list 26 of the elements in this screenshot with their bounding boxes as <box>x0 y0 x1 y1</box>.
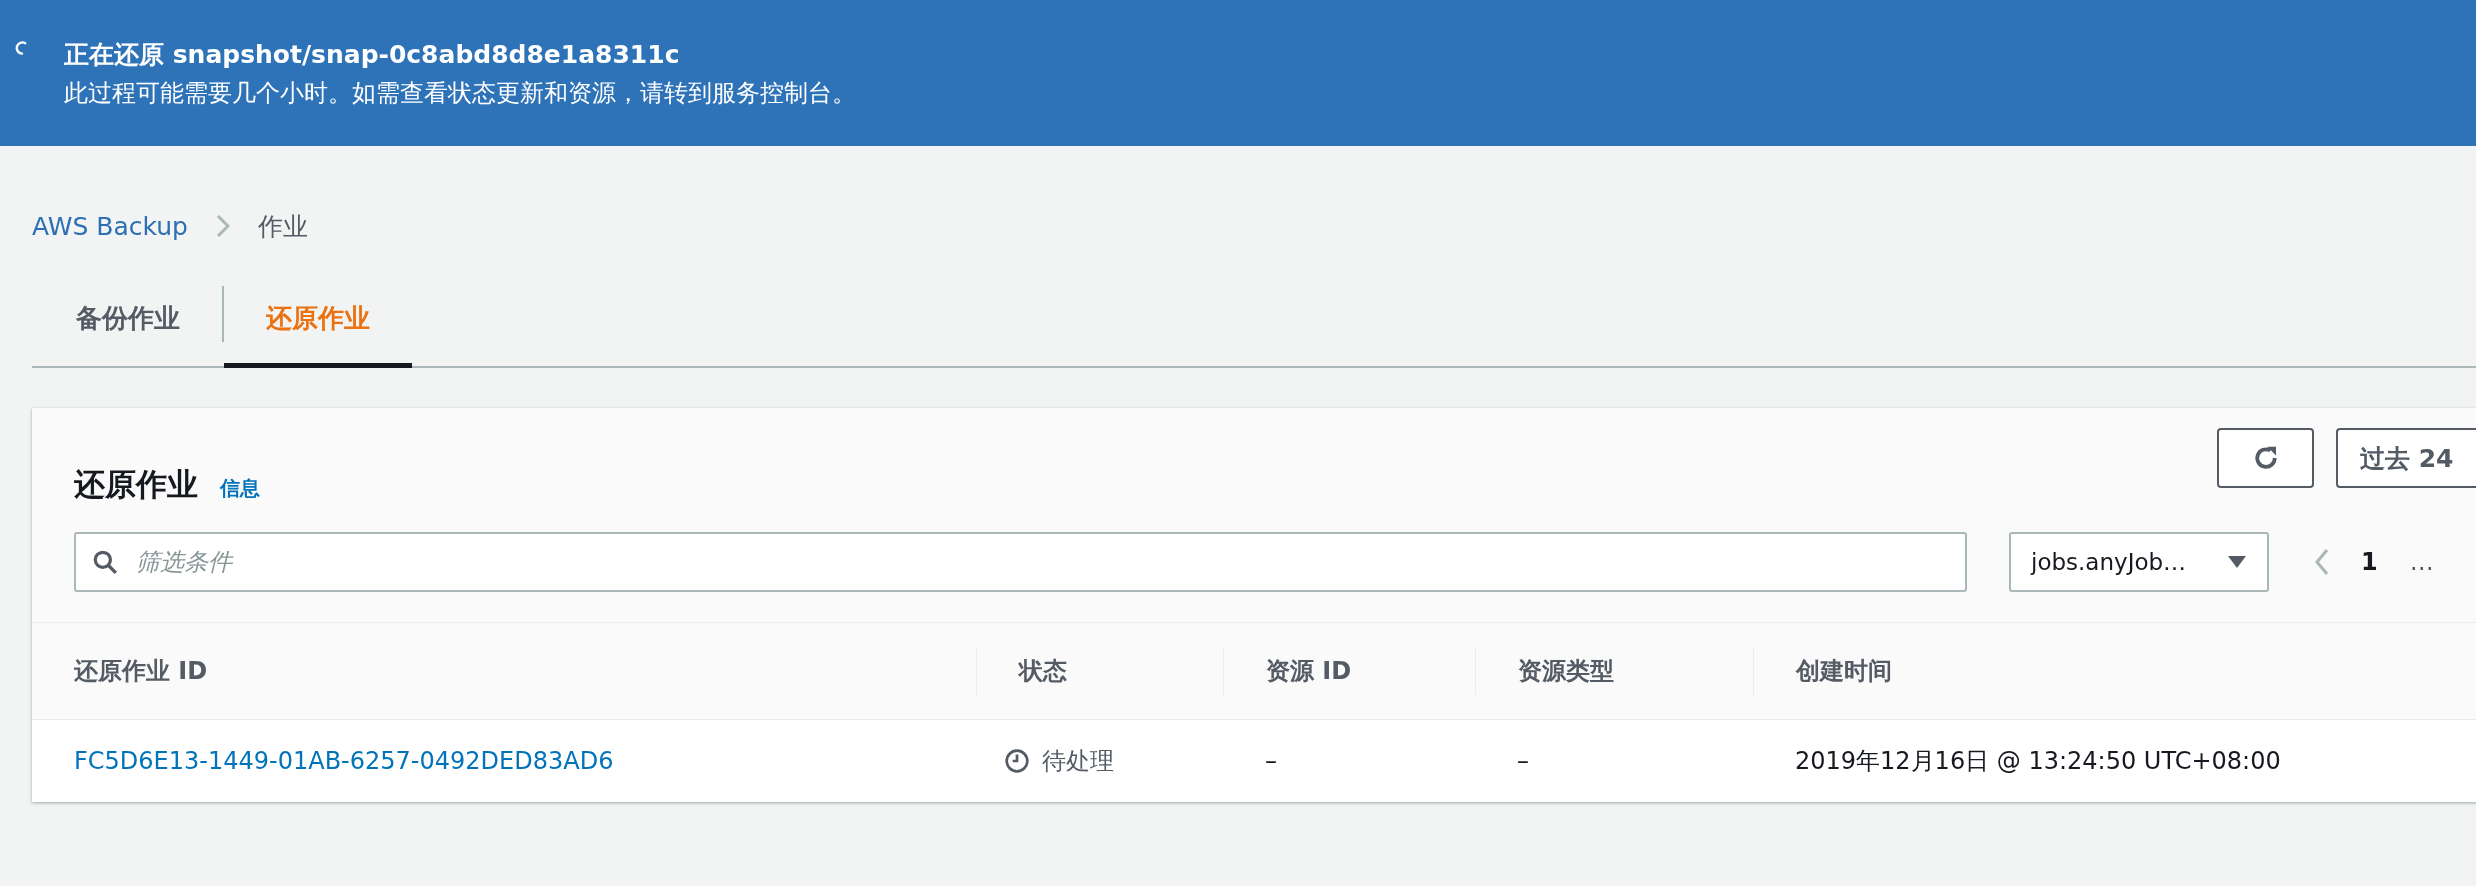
banner-message: 此过程可能需要几个小时。如需查看状态更新和资源，请转到服务控制台。 <box>64 77 856 109</box>
column-header: 还原作业 ID <box>74 656 208 687</box>
chevron-right-icon <box>215 214 230 238</box>
refresh-button[interactable] <box>2217 428 2314 488</box>
table-cell: – <box>1517 747 1529 775</box>
column-header: 状态 <box>1019 656 1067 687</box>
banner-title: 正在还原 snapshot/snap-0c8abd8d8e1a8311c <box>64 38 681 71</box>
search-icon <box>92 549 118 575</box>
breadcrumb-link[interactable]: AWS Backup <box>32 211 188 241</box>
caret-down-icon <box>2227 555 2247 569</box>
table-cell-text: 2019年12月16日 @ 13:24:50 UTC+08:00 <box>1795 746 2281 777</box>
status-text: 待处理 <box>1042 746 1114 777</box>
column-header: 资源 ID <box>1266 656 1352 687</box>
page-link[interactable]: 1 <box>2361 548 2378 576</box>
breadcrumb-current: 作业 <box>257 210 308 243</box>
info-link[interactable]: 信息 <box>220 475 260 502</box>
job-id-link[interactable]: FC5D6E13-1449-01AB-6257-0492DED83AD6 <box>74 747 614 775</box>
dropdown[interactable]: jobs.anyJob… <box>2009 532 2269 592</box>
filter-field[interactable]: 筛选条件 <box>74 532 1967 592</box>
time-range-button[interactable]: 过去 24 <box>2336 428 2476 488</box>
column-header: 创建时间 <box>1796 656 1892 687</box>
page-link[interactable]: … <box>2409 548 2434 576</box>
tab[interactable]: 备份作业 <box>32 274 222 368</box>
panel-title: 还原作业 <box>74 465 198 504</box>
column-header: 资源类型 <box>1518 656 1614 687</box>
table-cell: – <box>1265 747 1277 775</box>
